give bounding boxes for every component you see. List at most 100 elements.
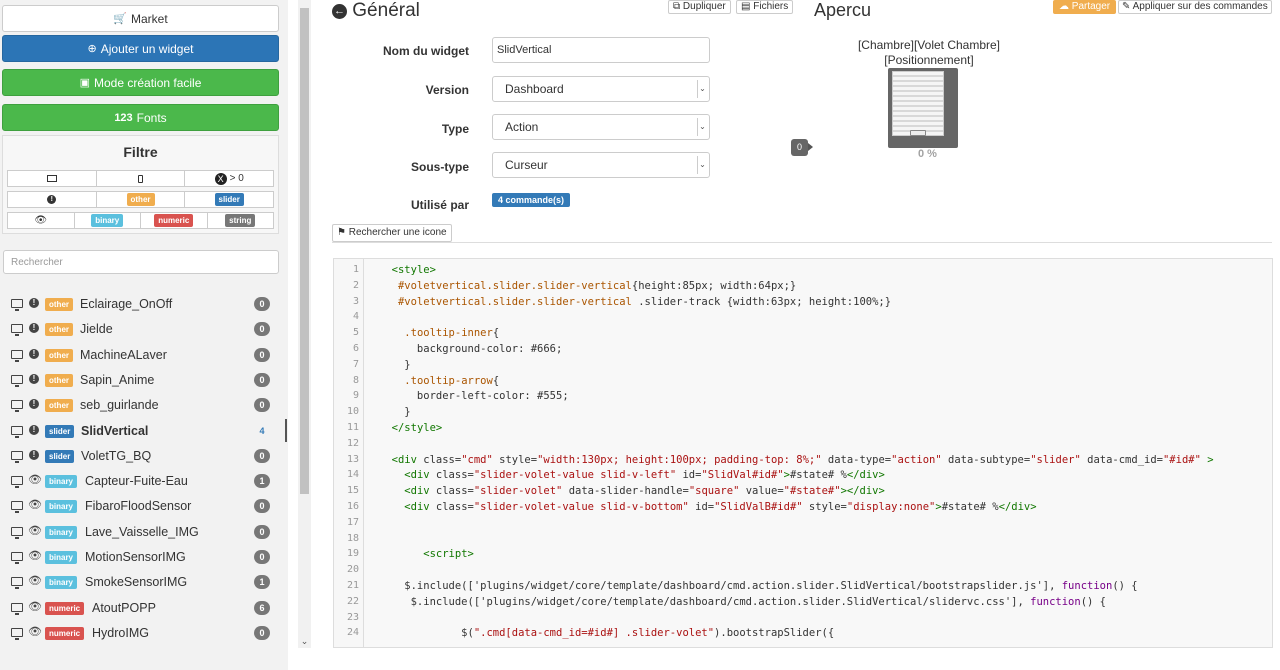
preview-title: Apercu — [814, 0, 872, 20]
widget-name: Eclairage_OnOff — [80, 297, 173, 311]
close-circle-icon: X — [214, 172, 227, 185]
flag-icon: ⚑ — [337, 227, 346, 238]
info-icon: ! — [29, 298, 39, 308]
eye-icon: 👁 — [28, 625, 42, 638]
fonts-button[interactable]: 123 Fonts — [2, 104, 279, 131]
divider — [332, 242, 1272, 243]
filter-usage[interactable]: X > 0 — [185, 170, 275, 187]
code-editor[interactable]: 1 2 3 4 5 6 7 8 9 10 11 12 13 14 15 16 17 18 19 20 21 22 23 24 … — [333, 258, 1273, 648]
duplicate-label: Dupliquer — [682, 1, 726, 12]
widget-list-item[interactable]: ! other seb_guirlande 0 — [0, 393, 290, 418]
widget-name: HydroIMG — [92, 625, 149, 640]
widget-name: AtoutPOPP — [92, 600, 156, 615]
version-select[interactable]: Dashboard ⌄ — [492, 76, 710, 102]
widget-list-item[interactable]: 👁 binary MotionSensorIMG 0 — [0, 545, 290, 570]
code-line: .tooltip-arrow{ — [404, 374, 500, 387]
info-icon: ! — [29, 424, 39, 435]
filter-slider[interactable]: slider — [185, 191, 275, 208]
widget-usage-count: 0 — [254, 297, 270, 311]
filter-other[interactable]: other — [96, 191, 186, 208]
filter-row-type: ! other slider — [7, 191, 275, 208]
widget-name-field[interactable]: SlidVertical — [492, 37, 710, 63]
monitor-icon — [11, 374, 23, 387]
widget-list-item[interactable]: 👁 numeric AtoutPOPP 6 — [0, 596, 290, 621]
filter-numeric[interactable]: numeric — [141, 212, 208, 229]
scrollbar-thumb[interactable] — [300, 8, 309, 494]
slider-tooltip: 0 — [791, 139, 813, 156]
widget-list-item[interactable]: 👁 binary Lave_Vaisselle_IMG 0 — [0, 520, 290, 545]
easy-mode-button[interactable]: ▣ Mode création facile — [2, 69, 279, 96]
mobile-icon — [138, 174, 143, 183]
scroll-down-arrow-icon[interactable]: ⌄ — [298, 635, 311, 648]
widget-usage-count: 0 — [254, 372, 270, 387]
shutter-slider-handle[interactable] — [910, 130, 926, 136]
eye-icon: 👁 — [28, 600, 42, 613]
monitor-icon — [11, 602, 23, 615]
code-line: <div class="slider-volet-value slid-v-le… — [404, 469, 885, 482]
filter-string[interactable]: string — [207, 212, 274, 229]
numeric-label: numeric — [154, 214, 194, 227]
subtype-value: Curseur — [505, 158, 548, 172]
filter-mobile[interactable] — [96, 170, 186, 187]
used-by-badge[interactable]: 4 commande(s) — [492, 193, 571, 207]
widget-list-item[interactable]: 👁 binary SmokeSensorIMG 1 — [0, 570, 290, 595]
widget-type-label: binary — [45, 551, 78, 564]
widget-name: seb_guirlande — [80, 398, 159, 413]
image-icon: ▣ — [79, 77, 90, 89]
cart-icon: 🛒 — [113, 13, 127, 25]
widget-usage-count: 0 — [254, 550, 270, 564]
widget-usage-count: 1 — [254, 575, 270, 590]
duplicate-button[interactable]: ⧉ Dupliquer — [668, 0, 731, 14]
shutter-slider-track[interactable] — [892, 71, 944, 136]
widget-list-item[interactable]: ! other Sapin_Anime 0 — [0, 368, 290, 393]
preview-name-line2: [Positionnement] — [884, 53, 974, 67]
widget-list-item[interactable]: ! slider SlidVertical 4 — [0, 418, 290, 444]
widget-list-item[interactable]: ! other MachineALaver 0 — [0, 343, 290, 368]
line-number: 3 — [352, 295, 359, 307]
files-button[interactable]: ▤ Fichiers — [736, 0, 794, 14]
back-arrow-icon[interactable]: ← — [332, 4, 347, 19]
apply-commands-button[interactable]: ✎ Appliquer sur des commandes — [1118, 0, 1272, 14]
slider-label: slider — [214, 193, 244, 206]
widget-list-item[interactable]: ! other Eclairage_OnOff 0 — [0, 292, 290, 317]
preview-command-name: [Chambre][Volet Chambre] [Positionnement… — [850, 38, 1008, 68]
filter-dashboard[interactable] — [7, 170, 97, 187]
widget-list-item[interactable]: 👁 numeric HydroIMG 0 — [0, 621, 290, 646]
search-input[interactable] — [3, 250, 279, 274]
line-number: 10 — [346, 406, 359, 418]
line-number: 15 — [346, 485, 359, 497]
monitor-icon — [11, 577, 23, 590]
widget-name-value: SlidVertical — [497, 44, 552, 56]
add-widget-button[interactable]: ⊕ Ajouter un widget — [2, 35, 279, 62]
line-number: 2 — [352, 279, 359, 291]
widget-list-item[interactable]: ! slider VoletTG_BQ 0 — [0, 444, 290, 469]
widget-list-item[interactable]: ! other Jielde 0 — [0, 317, 290, 342]
info-icon: ! — [29, 323, 39, 334]
share-button[interactable]: ☁ Partager — [1053, 0, 1117, 14]
line-number: 5 — [352, 327, 359, 339]
widget-usage-count: 4 — [259, 425, 265, 436]
widget-list-item[interactable]: 👁 binary FibaroFloodSensor 0 — [0, 494, 290, 519]
widget-name: Capteur-Fuite-Eau — [85, 474, 188, 489]
widget-name: SlidVertical — [81, 423, 149, 438]
fonts-label: Fonts — [136, 110, 167, 125]
monitor-icon — [11, 324, 23, 337]
monitor-icon — [11, 425, 23, 438]
monitor-icon — [11, 349, 23, 362]
widget-name: Lave_Vaisselle_IMG — [85, 524, 199, 539]
filter-info[interactable]: ! — [7, 191, 97, 208]
subtype-select[interactable]: Curseur ⌄ — [492, 152, 710, 178]
filter-title: Filtre — [123, 144, 158, 160]
filter-eye[interactable]: 👁 — [7, 212, 75, 229]
search-icon-button[interactable]: ⚑ Rechercher une icone — [332, 224, 452, 242]
market-button[interactable]: 🛒 Market — [2, 5, 279, 32]
monitor-icon — [11, 450, 23, 463]
info-icon: ! — [47, 195, 57, 204]
sidebar-scrollbar[interactable]: ⌄ — [298, 0, 311, 648]
filter-binary[interactable]: binary — [74, 212, 141, 229]
code-line: #voletvertical.slider.slider-vertical .s… — [397, 295, 892, 308]
type-select[interactable]: Action ⌄ — [492, 114, 710, 140]
widget-list-item[interactable]: 👁 binary Capteur-Fuite-Eau 1 — [0, 469, 290, 494]
widget-usage-count: 0 — [254, 347, 270, 362]
preview-name-line1: [Chambre][Volet Chambre] — [857, 38, 1001, 52]
